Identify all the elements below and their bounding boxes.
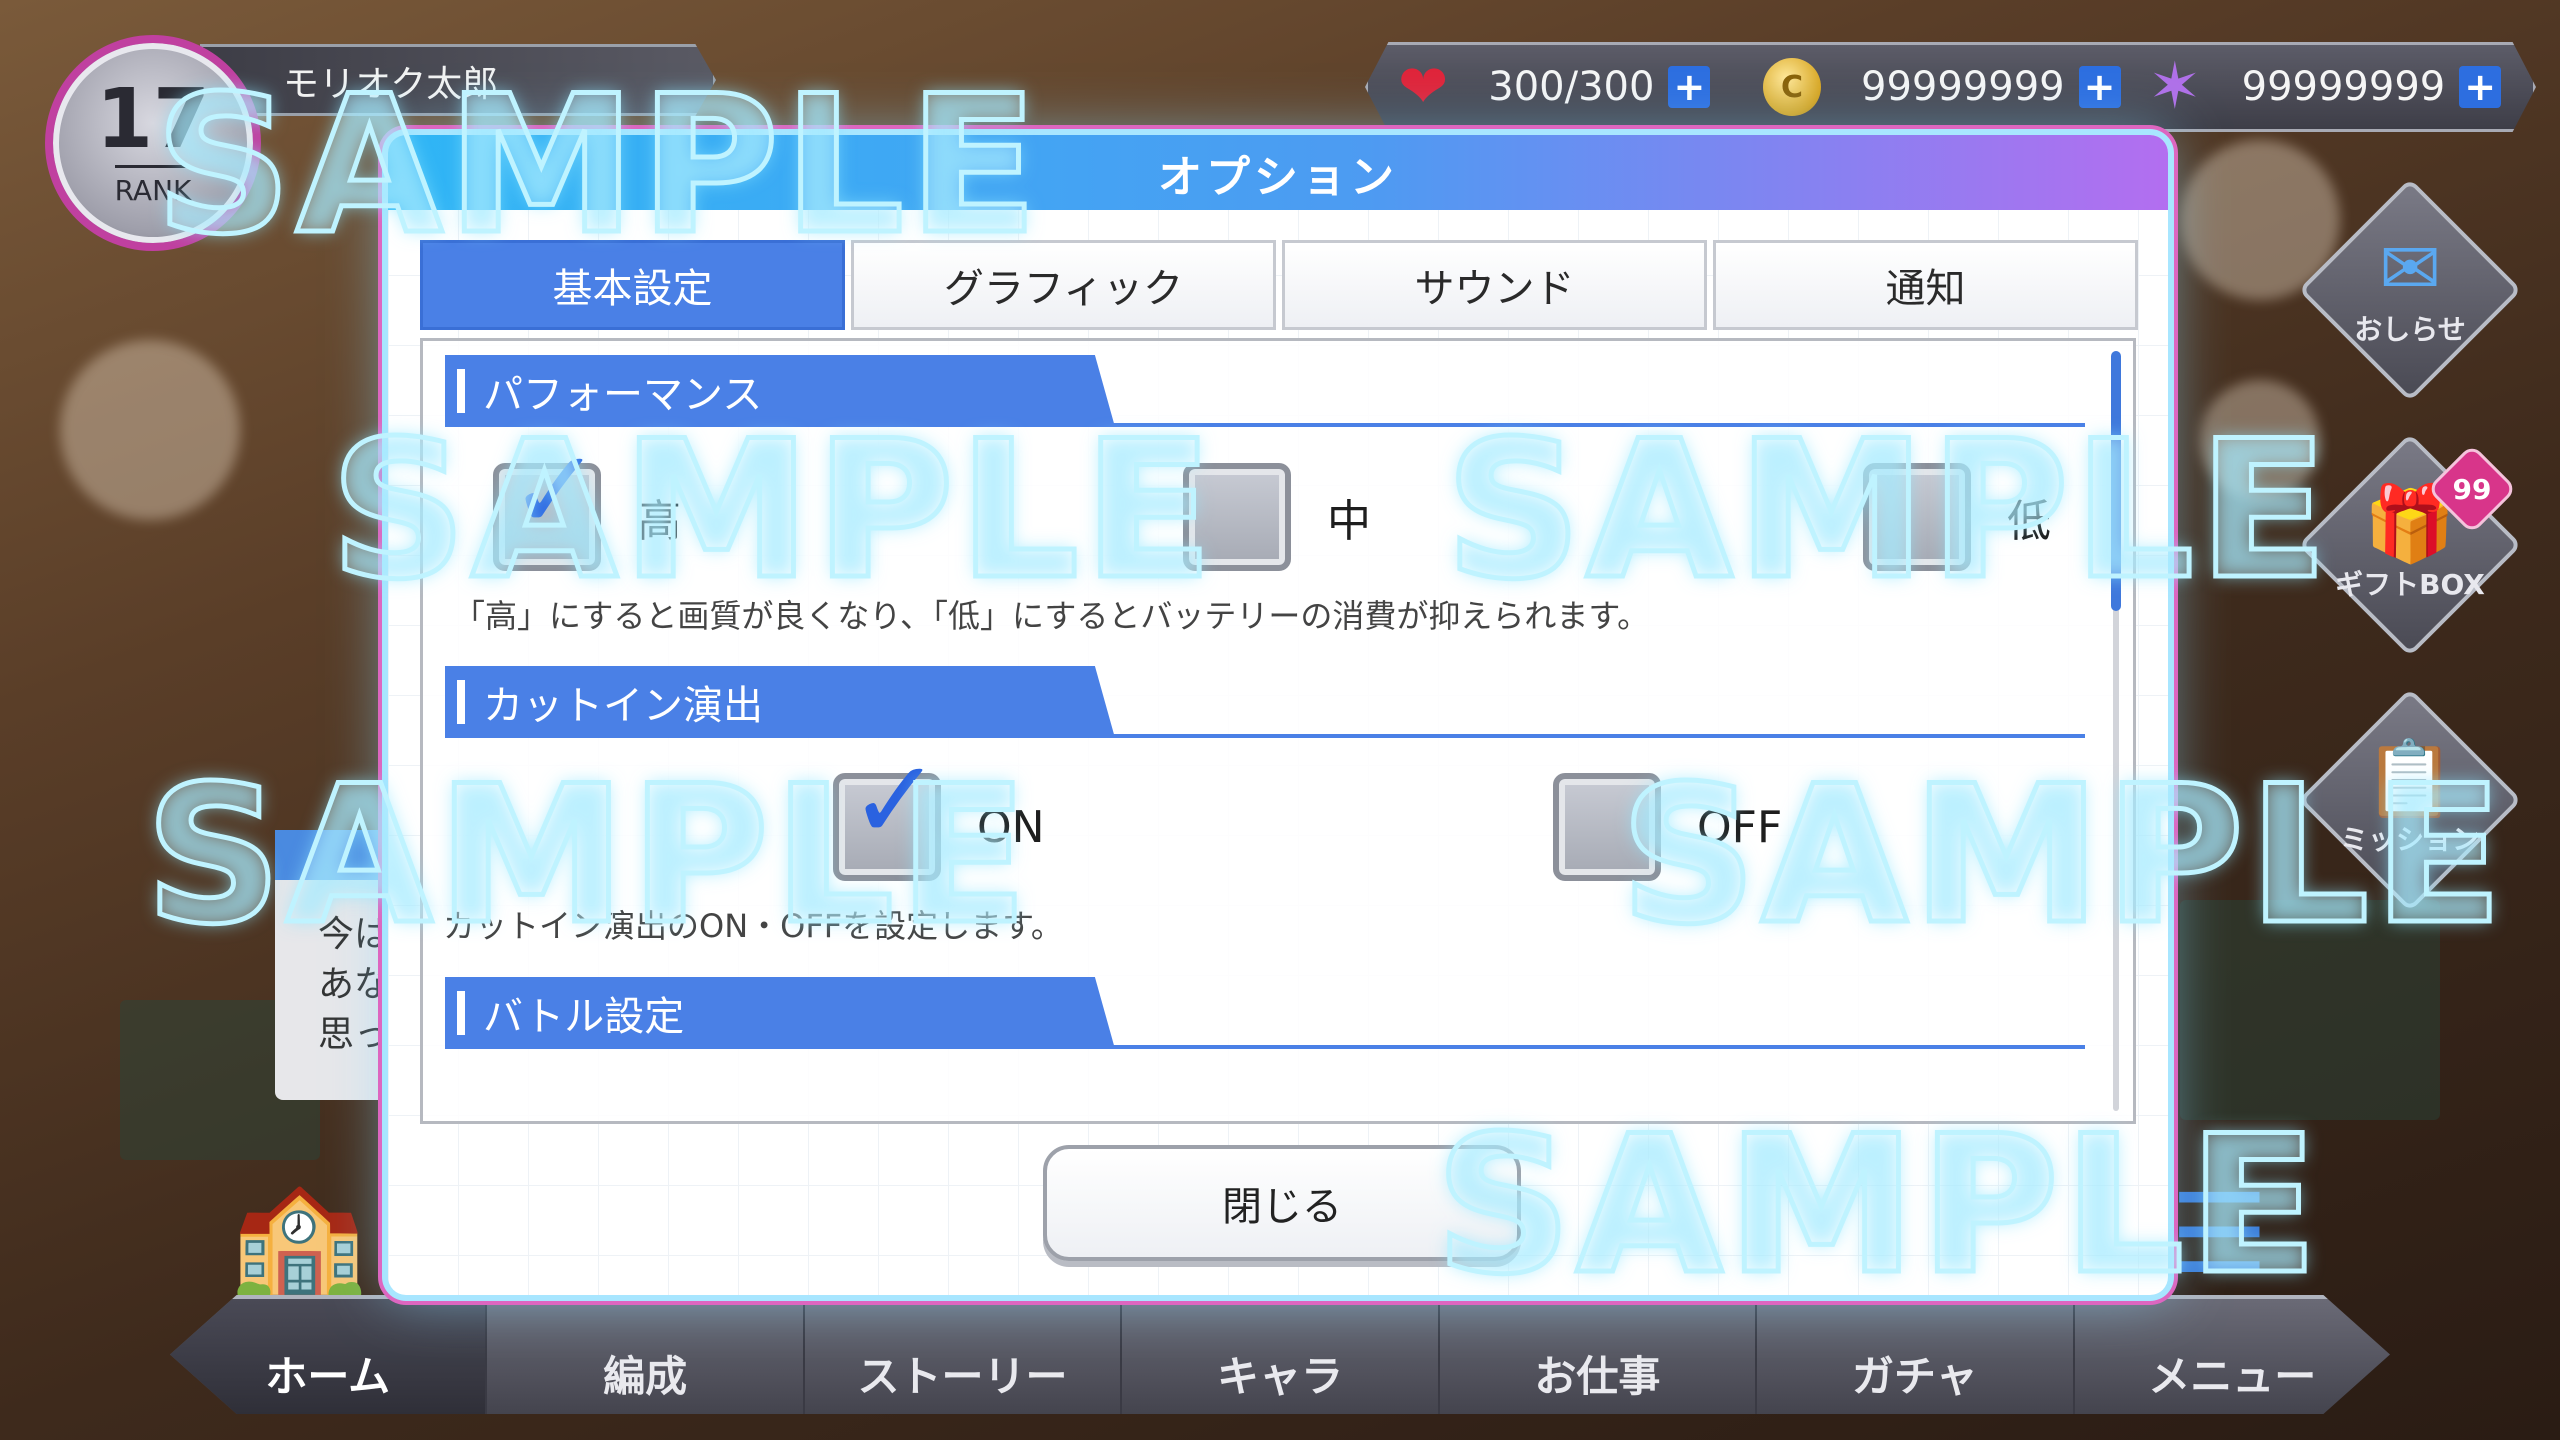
option-label-on: ON [977, 801, 1045, 853]
stamina-value: 300/300 [1488, 64, 1655, 110]
nav-gacha[interactable]: ガチャ [1757, 1299, 2075, 1414]
add-stamina-button[interactable]: + [1668, 65, 1711, 109]
mission-label: ミッション [2339, 823, 2480, 856]
nav-story[interactable]: ストーリー [805, 1299, 1123, 1414]
player-name: モリオク太郎 [283, 64, 499, 105]
add-coin-button[interactable]: + [2078, 65, 2121, 109]
section-performance: パフォーマンス [445, 355, 2085, 427]
section-title-battle: バトル設定 [483, 994, 685, 1040]
home-building-icon: 🏫 [230, 1170, 367, 1298]
close-button[interactable]: 閉じる [1043, 1145, 1521, 1261]
resource-bar: ❤ 300/300 + C 99999999 + ✶ 99999999 + [1365, 42, 2536, 132]
section-divider [445, 1045, 2085, 1049]
nav-home[interactable]: ホーム [170, 1299, 488, 1414]
checkbox-low[interactable] [1863, 463, 1971, 571]
performance-low-option[interactable]: 低 [1863, 463, 2051, 571]
section-divider [445, 734, 2085, 738]
coin-icon: C [1763, 58, 1821, 116]
player-name-plate[interactable]: モリオク太郎 [200, 44, 716, 116]
gift-box-label: ギフトBOX [2335, 568, 2485, 601]
option-label-off: OFF [1697, 801, 1783, 853]
mission-button[interactable]: 📋 ミッション [2298, 688, 2522, 912]
checkmark-icon: ✓ [849, 736, 942, 864]
section-header: バトル設定 [445, 977, 1115, 1049]
cutin-on-option[interactable]: ✓ ON [833, 745, 1045, 881]
background-dialog-tag [275, 830, 395, 880]
option-label-high: 高 [637, 496, 681, 547]
rank-label: RANK [114, 165, 192, 207]
add-gem-button[interactable]: + [2459, 65, 2502, 109]
section-title-cutin: カットイン演出 [483, 683, 763, 729]
section-header: パフォーマンス [445, 355, 1115, 427]
gift-box-button[interactable]: 🎁 ギフトBOX 99 [2298, 433, 2522, 657]
modal-title: オプション [1158, 151, 1398, 203]
checkbox-on[interactable]: ✓ [833, 745, 941, 881]
stamina-display: ❤ 300/300 + [1398, 45, 1711, 129]
nav-menu[interactable]: メニュー [2075, 1299, 2390, 1414]
news-label: おしらせ [2354, 313, 2466, 346]
coin-value: 99999999 [1861, 64, 2065, 110]
performance-description: 「高」にすると画質が良くなり、「低」にするとバッテリーの消費が抑えられます。 [453, 597, 1650, 635]
section-divider [445, 423, 2085, 427]
coin-display: C 99999999 + [1763, 45, 2121, 129]
performance-mid-option[interactable]: 中 [1183, 463, 1371, 571]
options-tabs: 基本設定 グラフィック サウンド 通知 [420, 240, 2138, 330]
option-label-mid: 中 [1327, 496, 1371, 547]
nav-character[interactable]: キャラ [1122, 1299, 1440, 1414]
tab-sound[interactable]: サウンド [1282, 240, 1707, 330]
section-title-performance: パフォーマンス [483, 372, 763, 418]
cutin-off-option[interactable]: OFF [1553, 773, 1782, 881]
scrollbar-thumb[interactable] [2111, 351, 2121, 611]
background-dialog-text: 今は あな 思っ [318, 914, 391, 1055]
options-modal: オプション 基本設定 グラフィック サウンド 通知 パフォーマンス ✓ 高 中 … [388, 135, 2168, 1295]
option-label-low: 低 [2007, 496, 2051, 547]
bottom-nav: ホーム 編成 ストーリー キャラ お仕事 ガチャ メニュー [170, 1295, 2390, 1414]
mission-icon: 📋 [2363, 736, 2457, 822]
mail-icon: ✉ [2378, 226, 2441, 312]
section-header: カットイン演出 [445, 666, 1115, 738]
settings-scroll-area[interactable]: パフォーマンス ✓ 高 中 低 「高」にすると画質が良くなり、「低」にするとバッ… [420, 338, 2136, 1124]
heart-icon: ❤ [1398, 52, 1449, 122]
section-battle: バトル設定 [445, 977, 2085, 1049]
tab-notifications[interactable]: 通知 [1713, 240, 2138, 330]
rank-badge[interactable]: 17 RANK [45, 35, 261, 251]
gem-display: ✶ 99999999 + [2148, 45, 2502, 129]
nav-formation[interactable]: 編成 [487, 1299, 805, 1414]
performance-high-option[interactable]: ✓ 高 [493, 435, 681, 571]
tab-graphics[interactable]: グラフィック [851, 240, 1276, 330]
section-cutin: カットイン演出 [445, 666, 2085, 738]
rank-number: 17 [95, 72, 211, 167]
menu-icon: ☰ [2170, 1170, 2269, 1298]
checkmark-icon: ✓ [509, 426, 602, 554]
gem-value: 99999999 [2241, 64, 2446, 110]
news-button[interactable]: ✉ おしらせ [2298, 178, 2522, 402]
checkbox-off[interactable] [1553, 773, 1661, 881]
cutin-description: カットイン演出のON・OFFを設定します。 [443, 907, 1063, 945]
checkbox-high[interactable]: ✓ [493, 435, 601, 571]
tab-basic-settings[interactable]: 基本設定 [420, 240, 845, 330]
modal-header: オプション [388, 135, 2168, 210]
checkbox-mid[interactable] [1183, 463, 1291, 571]
nav-work[interactable]: お仕事 [1440, 1299, 1758, 1414]
star-gem-icon: ✶ [2148, 50, 2202, 124]
